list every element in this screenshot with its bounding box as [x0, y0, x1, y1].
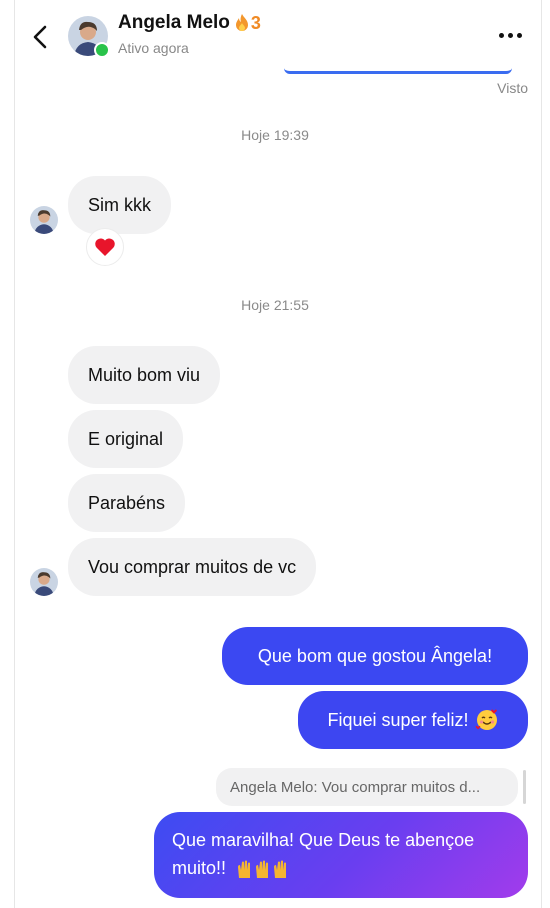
chat-header: Angela Melo 3 Ativo agora — [0, 0, 550, 66]
timestamp-divider: Hoje 19:39 — [241, 127, 309, 143]
message-reaction[interactable] — [86, 228, 124, 266]
message-text: Parabéns — [88, 493, 166, 513]
message-text: E original — [88, 429, 164, 449]
outgoing-reply-bubble[interactable]: Que maravilha! Que Deus te abençoe muito… — [154, 812, 528, 898]
online-status-text: Ativo agora — [118, 40, 189, 56]
streak-badge: 3 — [234, 13, 261, 34]
previous-message-edge — [284, 68, 512, 74]
raised-hands-icon — [238, 860, 287, 879]
outgoing-message-bubble[interactable]: Fiquei super feliz! — [298, 691, 528, 749]
flame-icon — [235, 14, 248, 31]
contact-avatar[interactable] — [68, 16, 110, 58]
message-text: Vou comprar muitos de vc — [88, 557, 297, 577]
more-horizontal-icon[interactable] — [499, 33, 522, 38]
streak-count: 3 — [250, 12, 261, 33]
incoming-message-bubble[interactable]: Sim kkk — [68, 176, 171, 234]
chevron-left-icon[interactable] — [28, 22, 54, 52]
incoming-message-bubble[interactable]: Muito bom viu — [68, 346, 221, 404]
message-text: Sim kkk — [88, 195, 151, 215]
reply-quote-text: Angela Melo: Vou comprar muitos d... — [230, 778, 481, 796]
message-text: muito!! — [172, 858, 227, 878]
outgoing-message-bubble[interactable]: Que bom que gostou Ângela! — [222, 627, 528, 685]
message-text: Muito bom viu — [88, 365, 201, 385]
sender-avatar[interactable] — [30, 206, 58, 234]
reply-quote-bar — [523, 770, 526, 804]
incoming-message-bubble[interactable]: Parabéns — [68, 474, 186, 532]
online-status-dot — [94, 42, 110, 58]
reply-quote-preview[interactable]: Angela Melo: Vou comprar muitos d... — [216, 768, 518, 806]
sender-avatar[interactable] — [30, 568, 58, 596]
message-text-line: Que maravilha! Que Deus te abençoe — [172, 830, 475, 850]
incoming-message-bubble[interactable]: E original — [68, 410, 184, 468]
message-text: Que bom que gostou Ângela! — [257, 646, 493, 666]
incoming-message-bubble[interactable]: Vou comprar muitos de vc — [68, 538, 317, 596]
contact-name: Angela Melo — [118, 12, 230, 33]
timestamp-divider: Hoje 21:55 — [241, 297, 309, 313]
contact-name-row[interactable]: Angela Melo 3 — [118, 12, 261, 34]
seen-label: Visto — [497, 80, 528, 96]
heart-icon — [95, 238, 115, 256]
message-text: Fiquei super feliz! — [327, 710, 469, 730]
message-text-line-2: muito!! — [172, 854, 510, 882]
smiling-face-with-hearts-icon — [475, 709, 497, 730]
